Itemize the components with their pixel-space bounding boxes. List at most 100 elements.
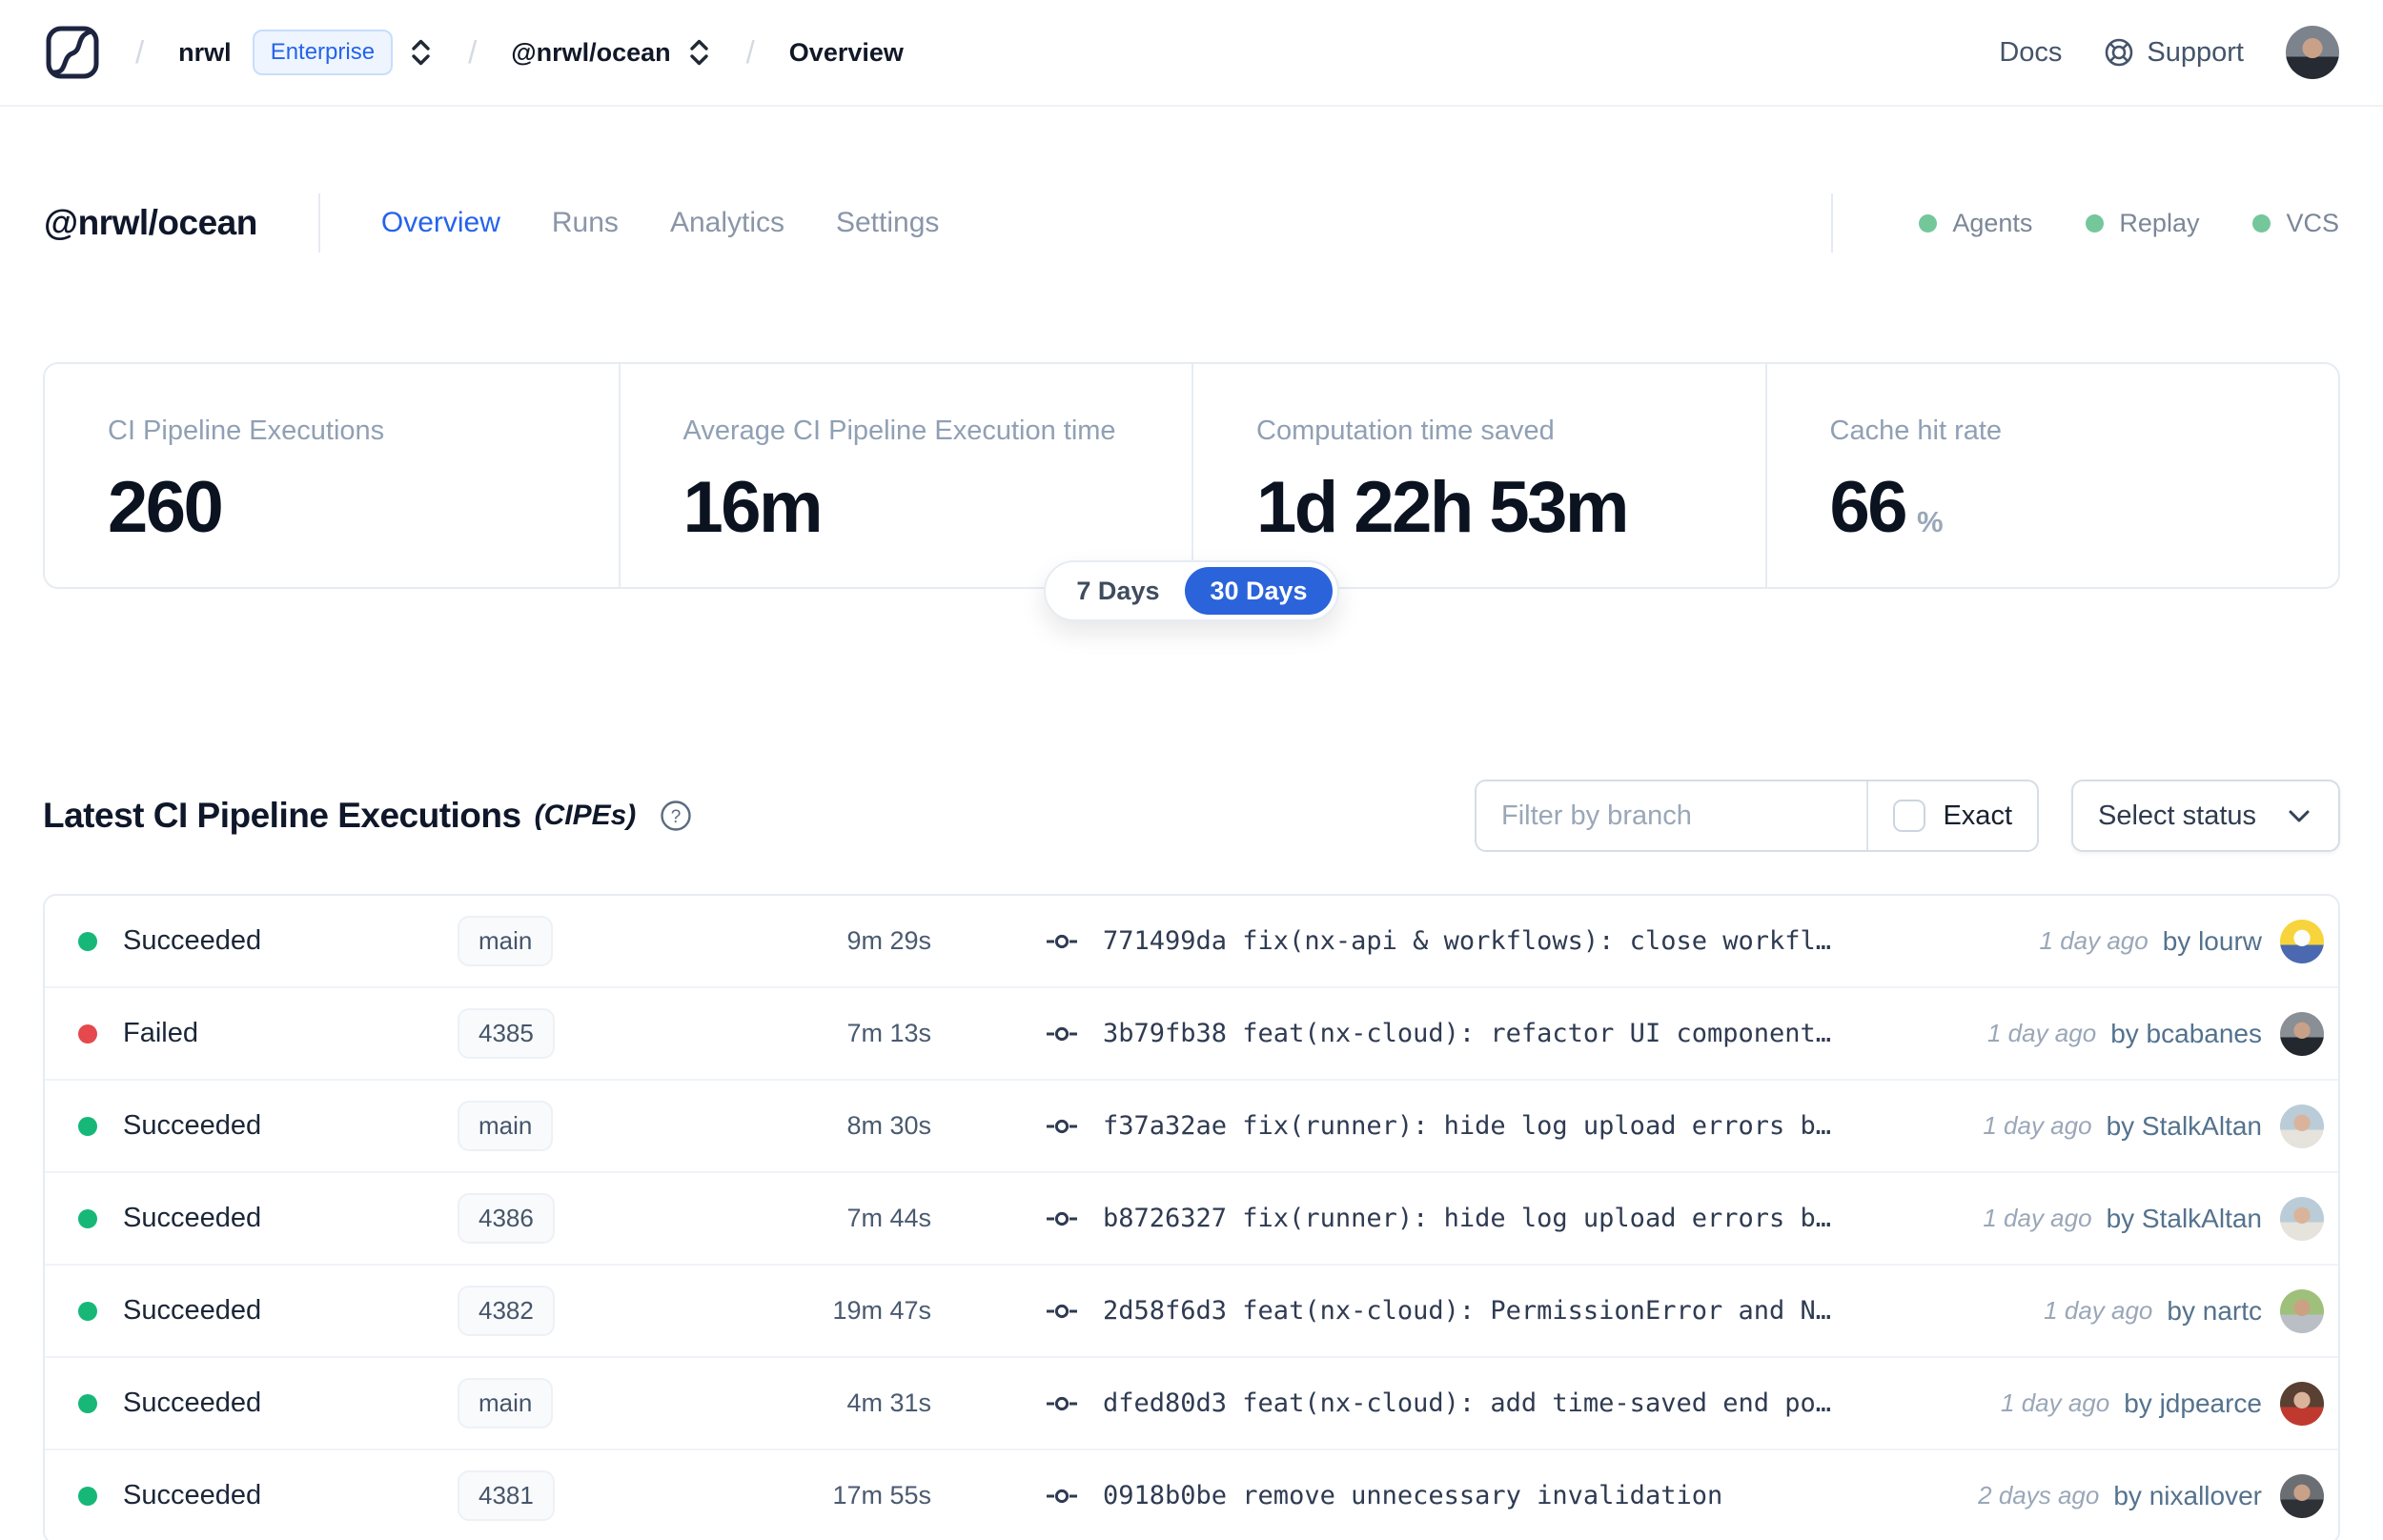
commit-message: dfed80d3 feat(nx-cloud): add time-saved … xyxy=(1103,1388,1832,1418)
workspace-tabs: Overview Runs Analytics Settings xyxy=(381,207,940,239)
duration-cell: 17m 55s xyxy=(832,1481,931,1510)
commit-cell[interactable]: b8726327 fix(runner): hide log upload er… xyxy=(1046,1204,1983,1233)
time-ago: 1 day ago xyxy=(2044,1296,2153,1325)
author-avatar[interactable] xyxy=(2280,1104,2324,1148)
commit-cell[interactable]: 771499da fix(nx-api & workflows): close … xyxy=(1046,926,2040,956)
cipe-row[interactable]: Succeeded 4382 19m 47s 2d58f6d3 feat(nx-… xyxy=(45,1266,2338,1358)
branch-chip[interactable]: main xyxy=(458,1378,554,1429)
git-commit-icon xyxy=(1047,1119,1077,1133)
docs-link[interactable]: Docs xyxy=(1999,37,2062,69)
stat-label: Cache hit rate xyxy=(1829,415,2003,446)
git-commit-icon xyxy=(1047,934,1077,948)
author-avatar[interactable] xyxy=(2280,1196,2324,1241)
status-cell: Succeeded xyxy=(45,1480,415,1511)
cipe-row[interactable]: Succeeded main 4m 31s dfed80d3 feat(nx-c… xyxy=(45,1358,2338,1450)
branch-chip[interactable]: main xyxy=(458,916,554,966)
stat-value: 16m xyxy=(682,467,824,548)
commit-cell[interactable]: 3b79fb38 feat(nx-cloud): refactor UI com… xyxy=(1046,1019,1987,1048)
status-dot-icon xyxy=(78,1208,97,1228)
branch-chip[interactable]: 4386 xyxy=(458,1193,555,1244)
help-icon[interactable]: ? xyxy=(659,799,693,833)
feature-label: Agents xyxy=(1952,208,2033,237)
branch-filter-input[interactable] xyxy=(1477,781,1867,850)
branch-chip[interactable]: 4382 xyxy=(458,1286,555,1336)
author-avatar[interactable] xyxy=(2280,1473,2324,1518)
feature-agents: Agents xyxy=(1919,209,2032,238)
status-label: Succeeded xyxy=(123,1203,262,1233)
breadcrumb: / nrwl Enterprise / @nrwl/ocean / Overvi… xyxy=(101,30,904,75)
time-ago: 1 day ago xyxy=(1986,1019,2097,1047)
breadcrumb-org[interactable]: nrwl xyxy=(178,38,232,68)
workspace-switcher-button[interactable] xyxy=(686,35,712,70)
status-cell: Succeeded xyxy=(45,1203,415,1234)
git-commit-icon xyxy=(1047,1026,1077,1041)
breadcrumb-workspace[interactable]: @nrwl/ocean xyxy=(511,38,670,68)
stats-section: CI Pipeline Executions 260 Average CI Pi… xyxy=(43,362,2340,621)
status-dot-icon xyxy=(78,1116,97,1136)
cipe-row[interactable]: Failed 4385 7m 13s 3b79fb38 feat(nx-clou… xyxy=(45,988,2338,1081)
cipe-row[interactable]: Succeeded main 8m 30s f37a32ae fix(runne… xyxy=(45,1081,2338,1173)
meta-cell: 1 day ago by lourw xyxy=(2039,919,2338,963)
stat-suffix: % xyxy=(1917,505,1944,538)
commit-cell[interactable]: 0918b0be remove unnecessary invalidation xyxy=(1046,1481,1978,1510)
tab-analytics[interactable]: Analytics xyxy=(670,207,784,239)
commit-message: f37a32ae fix(runner): hide log upload er… xyxy=(1103,1111,1832,1141)
branch-chip[interactable]: 4385 xyxy=(458,1008,555,1059)
branch-cell: main xyxy=(415,1378,653,1429)
range-7-days-button[interactable]: 7 Days xyxy=(1050,567,1185,615)
author-avatar[interactable] xyxy=(2280,1288,2324,1333)
git-commit-icon xyxy=(1047,1211,1077,1226)
cipe-row[interactable]: Succeeded 4381 17m 55s 0918b0be remove u… xyxy=(45,1450,2338,1540)
support-link[interactable]: Support xyxy=(2104,37,2244,69)
nx-cloud-logo[interactable] xyxy=(44,24,101,81)
commit-cell[interactable]: 2d58f6d3 feat(nx-cloud): PermissionError… xyxy=(1046,1296,2044,1326)
stat-card-cache-hit-rate: Cache hit rate 66 % xyxy=(1764,364,2339,587)
stat-label: CI Pipeline Executions xyxy=(108,415,385,446)
author-avatar[interactable] xyxy=(2280,1381,2324,1426)
branch-chip[interactable]: main xyxy=(458,1101,554,1151)
author-avatar[interactable] xyxy=(2280,919,2324,963)
exact-checkbox[interactable] xyxy=(1893,800,1926,832)
author-label: by StalkAltan xyxy=(2106,1203,2262,1233)
exact-label: Exact xyxy=(1943,800,2012,831)
meta-cell: 1 day ago by jdpearce xyxy=(2001,1381,2338,1426)
status-label: Succeeded xyxy=(123,925,262,956)
status-dot-icon xyxy=(78,931,97,951)
cipe-table: Succeeded main 9m 29s 771499da fix(nx-ap… xyxy=(43,894,2340,1540)
stat-value: 1d 22h 53m xyxy=(1256,467,1630,548)
status-select-label: Select status xyxy=(2098,800,2257,831)
org-switcher-button[interactable] xyxy=(408,35,434,70)
time-ago: 1 day ago xyxy=(1983,1111,2092,1140)
time-ago: 1 day ago xyxy=(2039,926,2149,955)
range-toggle: 7 Days 30 Days xyxy=(1044,560,1339,621)
section-title: Latest CI Pipeline Executions xyxy=(43,796,521,835)
meta-cell: 1 day ago by StalkAltan xyxy=(1983,1104,2338,1148)
top-bar: / nrwl Enterprise / @nrwl/ocean / Overvi… xyxy=(0,0,2383,107)
tab-settings[interactable]: Settings xyxy=(836,207,939,239)
commit-cell[interactable]: f37a32ae fix(runner): hide log upload er… xyxy=(1046,1111,1983,1141)
tab-overview[interactable]: Overview xyxy=(381,207,500,239)
branch-cell: 4386 xyxy=(415,1193,653,1244)
feature-vcs: VCS xyxy=(2252,209,2339,238)
user-avatar[interactable] xyxy=(2286,26,2339,79)
divider xyxy=(317,193,320,253)
branch-chip[interactable]: 4381 xyxy=(458,1470,555,1521)
status-cell: Succeeded xyxy=(45,1388,415,1419)
author-avatar[interactable] xyxy=(2280,1011,2324,1056)
author-label: by jdpearce xyxy=(2124,1388,2262,1418)
cipe-row[interactable]: Succeeded main 9m 29s 771499da fix(nx-ap… xyxy=(45,896,2338,988)
range-30-days-button[interactable]: 30 Days xyxy=(1185,567,1333,615)
status-select-button[interactable]: Select status xyxy=(2071,780,2340,852)
time-ago: 1 day ago xyxy=(1983,1204,2092,1232)
exact-toggle[interactable]: Exact xyxy=(1868,800,2037,832)
stat-card-time-saved: Computation time saved 1d 22h 53m xyxy=(1192,364,1765,587)
tab-runs[interactable]: Runs xyxy=(552,207,619,239)
stat-card-avg-time: Average CI Pipeline Execution time 16m xyxy=(618,364,1192,587)
cipe-row[interactable]: Succeeded 4386 7m 44s b8726327 fix(runne… xyxy=(45,1173,2338,1266)
section-title-suffix: (CIPEs) xyxy=(534,800,637,831)
meta-cell: 1 day ago by nartc xyxy=(2044,1288,2338,1333)
duration-cell: 19m 47s xyxy=(832,1296,931,1325)
commit-message: 771499da fix(nx-api & workflows): close … xyxy=(1103,926,1832,956)
stat-label: Average CI Pipeline Execution time xyxy=(682,415,1116,446)
commit-cell[interactable]: dfed80d3 feat(nx-cloud): add time-saved … xyxy=(1046,1388,2001,1418)
